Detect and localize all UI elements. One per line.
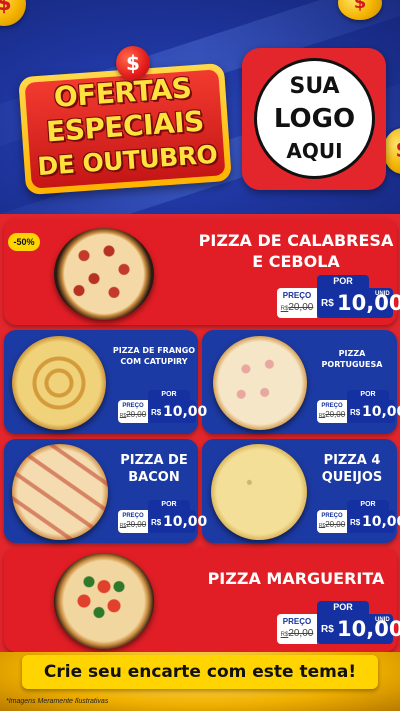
pizza-bacon-image	[12, 444, 108, 540]
currency-label: R$	[151, 518, 162, 527]
por-label: POR	[317, 275, 369, 288]
product-name: PIZZA DE BACON	[120, 453, 188, 485]
por-label: POR	[148, 500, 190, 510]
pizza-marguerita-image	[54, 553, 154, 649]
logo-text-2: LOGO	[273, 103, 356, 134]
coin-icon: $	[0, 0, 26, 26]
unit-label: UNID	[375, 617, 390, 623]
por-label: POR	[148, 390, 190, 400]
cta-banner[interactable]: Crie seu encarte com este tema!	[22, 655, 378, 689]
discount-badge: -50%	[8, 233, 40, 251]
pizza-frango-image	[12, 336, 106, 430]
old-price: R$20,00	[280, 302, 314, 313]
old-price: R$20,00	[318, 410, 346, 419]
price-tag: POR PREÇO R$20,00 R$ 10,00	[118, 500, 207, 534]
currency-label: R$	[350, 408, 361, 417]
price-value: 10,00	[337, 617, 400, 641]
header: $ $ $ $ OFERTAS ESPECIAIS DE OUTUBRO SUA…	[0, 0, 400, 214]
logo-text-1: SUA	[289, 73, 340, 99]
price-value: 10,00	[163, 404, 208, 420]
pizza-queijos-image	[211, 444, 307, 540]
price-tag: POR PREÇO R$20,00 R$ 10,00 UNID	[277, 275, 400, 320]
price-box: R$ 10,00	[148, 400, 207, 423]
disclaimer: *Imagens Meramente Ilustrativas	[6, 698, 109, 705]
por-label: POR	[317, 601, 369, 614]
logo-text-3: AQUI	[286, 138, 343, 163]
price-tag: POR PREÇO R$20,00 R$ 10,00	[317, 500, 400, 534]
product-name: PIZZA DE CALABRESA E CEBOLA	[198, 231, 394, 271]
pizza-calabresa-image	[54, 228, 154, 320]
currency-label: R$	[321, 298, 334, 309]
product-name: PIZZA PORTUGUESA	[321, 349, 383, 369]
price-value: 10,00	[362, 514, 400, 530]
old-price: R$20,00	[119, 410, 147, 419]
price-box: R$ 10,00	[347, 510, 400, 533]
old-price: R$20,00	[318, 520, 346, 529]
price-tag: POR PREÇO R$20,00 R$ 10,00 UNID	[277, 601, 400, 646]
currency-label: R$	[151, 408, 162, 417]
price-box: R$ 10,00 UNID	[317, 614, 400, 644]
por-label: POR	[347, 500, 389, 510]
old-price: R$20,00	[280, 628, 314, 639]
currency-label: R$	[350, 518, 361, 527]
logo-placeholder[interactable]: SUA LOGO AQUI	[242, 48, 386, 190]
product-name: PIZZA MARGUERITA	[207, 569, 385, 588]
price-value: 10,00	[163, 514, 208, 530]
por-label: POR	[347, 390, 389, 400]
price-tag: POR PREÇO R$20,00 R$ 10,00	[118, 390, 207, 424]
page-title: OFERTAS ESPECIAIS DE OUTUBRO	[19, 69, 232, 185]
product-name: PIZZA DE FRANGO COM CATUPIRY	[112, 346, 196, 366]
old-price: R$20,00	[119, 520, 147, 529]
price-box: R$ 10,00 UNID	[317, 288, 400, 318]
price-value: 10,00	[337, 291, 400, 315]
currency-label: R$	[321, 624, 334, 635]
unit-label: UNID	[375, 291, 390, 297]
price-box: R$ 10,00	[148, 510, 207, 533]
price-tag: POR PREÇO R$20,00 R$ 10,00	[317, 390, 400, 424]
logo-circle: SUA LOGO AQUI	[254, 58, 375, 179]
price-box: R$ 10,00	[347, 400, 400, 423]
price-value: 10,00	[362, 404, 400, 420]
pizza-portuguesa-image	[213, 336, 307, 430]
product-name: PIZZA 4 QUEIJOS	[321, 453, 383, 485]
